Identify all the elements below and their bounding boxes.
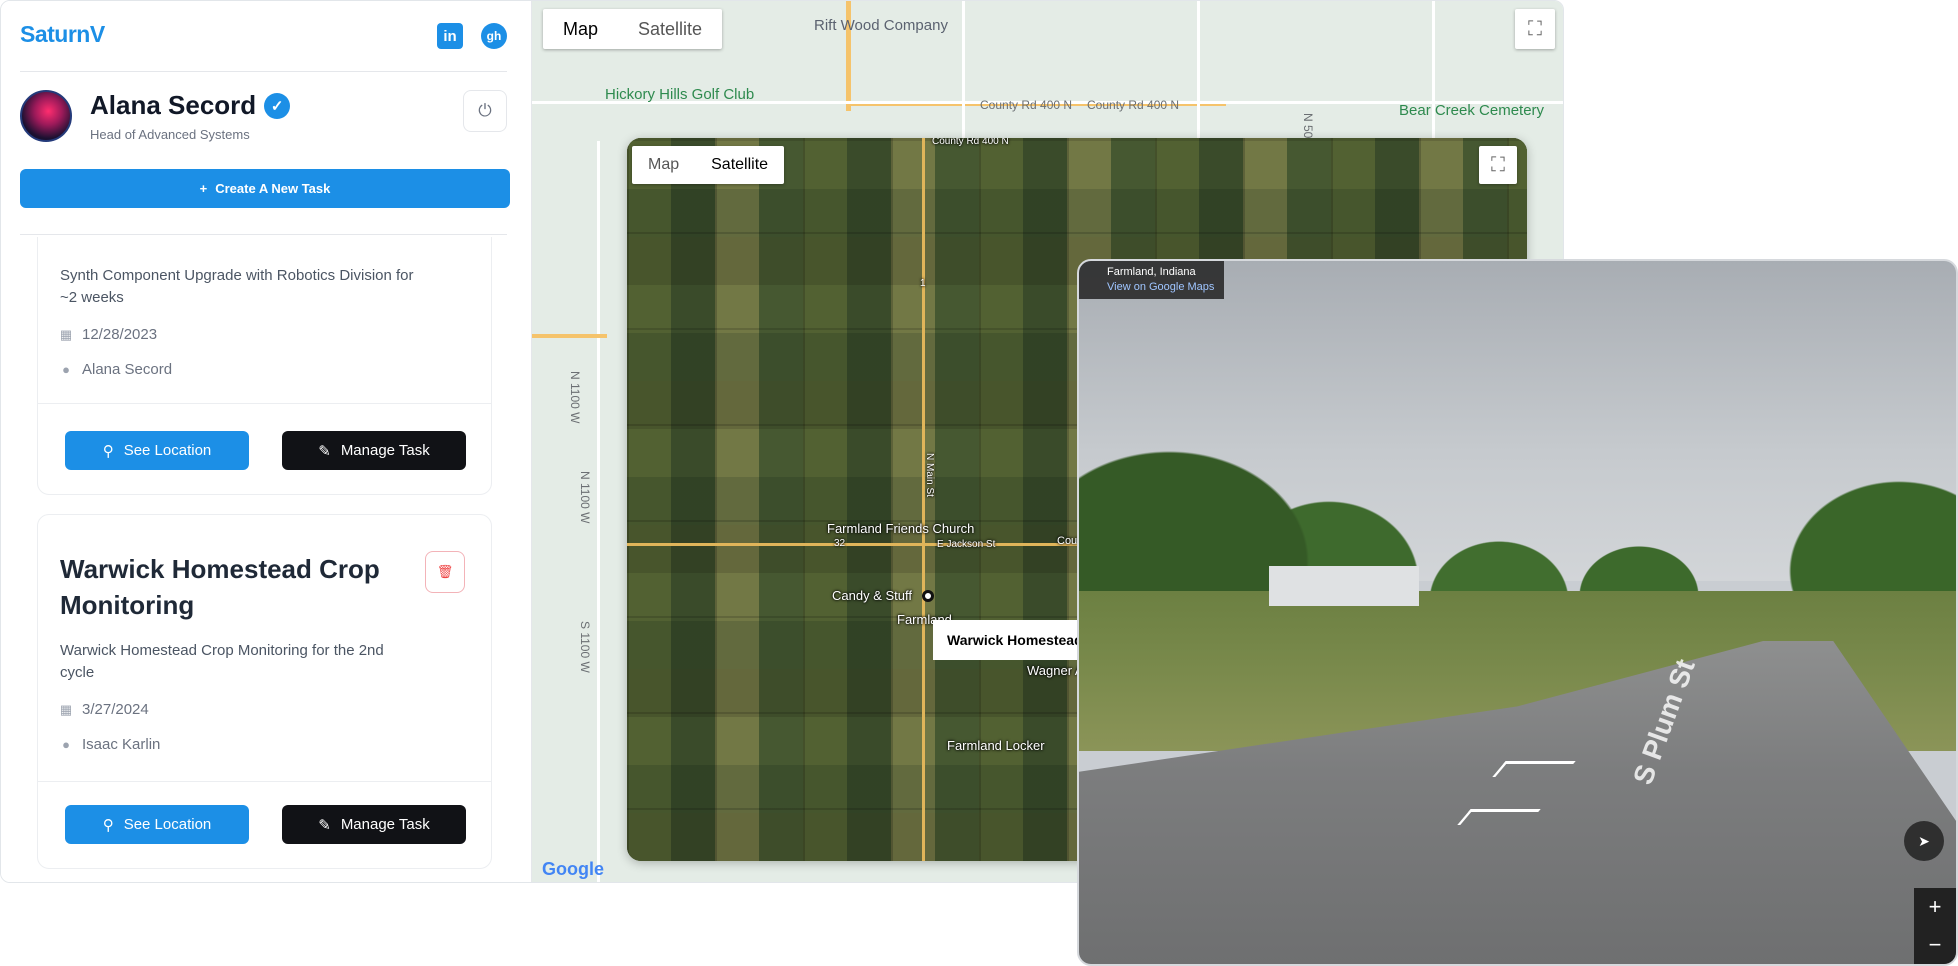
create-task-button[interactable]: + Create A New Task [20,169,510,208]
map-label: Hickory Hills Golf Club [605,86,755,103]
view-on-google-maps-link[interactable]: View on Google Maps [1107,280,1214,295]
delete-task-button[interactable]: 🗑 [425,551,465,593]
map-label: N 1100 W [568,371,582,424]
tab-satellite[interactable]: Satellite [618,9,722,49]
map-label: Candy & Stuff [832,588,912,603]
location-pin-icon[interactable] [922,590,934,602]
header-divider [20,71,507,72]
route-shield: 1 [920,278,926,289]
social-links: in gh [437,23,507,49]
brand-logo[interactable]: SaturnV [20,21,105,48]
trash-icon: 🗑 [436,564,454,579]
map-label: S 1100 W [578,621,592,673]
tab-map[interactable]: Map [543,9,618,49]
task-assignee: ● Alana Secord [60,361,172,378]
nav-arrow-icon[interactable] [1457,809,1541,825]
task-title: Warwick Homestead Crop Monitoring [60,554,380,620]
fullscreen-icon: ⛶ [1528,17,1542,40]
logout-button[interactable]: ⏻ [463,90,507,132]
map-label: E Jackson St [937,539,996,550]
user-name: Alana Secord [90,90,257,120]
google-logo: Google [542,859,604,879]
task-date: ▦ 3/27/2024 [60,701,149,718]
road [962,1,965,141]
map-label: County Rd 400 N [980,98,1073,112]
task-description: Warwick Homestead Crop Monitoring for th… [60,642,384,681]
avatar [20,90,72,142]
street-view-house [1269,566,1419,606]
task-assignee: ● Isaac Karlin [60,736,160,753]
map-type-control: Map Satellite [632,146,785,184]
sidebar: SaturnV in gh Alana Secord ✓ Head of Adv… [1,1,532,882]
nav-arrow-icon[interactable] [1492,761,1576,777]
task-assignee-value: Isaac Karlin [82,736,161,753]
route-shield: 32 [834,538,846,549]
road [597,141,600,882]
fullscreen-button[interactable]: ⛶ [1515,9,1555,49]
plus-icon: + [199,181,208,196]
map-label: County Rd 400 N [1087,98,1180,112]
card-divider [38,781,491,782]
manage-task-label: Manage Task [340,442,430,459]
map-type-control: Map Satellite [543,9,723,49]
pencil-icon: ✎ [318,442,331,460]
user-profile: Alana Secord ✓ Head of Advanced Systems [20,90,291,142]
tab-satellite[interactable]: Satellite [695,146,784,184]
map-label: Farmland Locker [947,738,1045,753]
see-location-label: See Location [123,442,212,459]
create-task-label: Create A New Task [215,181,331,196]
task-card: Warwick Homestead Crop Monitoring 🗑 Warw… [37,514,492,869]
manage-task-label: Manage Task [340,816,430,833]
zoom-out-button[interactable]: − [1914,926,1956,964]
map-label: Bear Creek Cemetery [1399,102,1545,119]
see-location-button[interactable]: ⚲ See Location [65,431,249,470]
see-location-label: See Location [123,816,212,833]
power-icon: ⏻ [478,101,492,120]
task-description: Synth Component Upgrade with Robotics Di… [60,267,414,306]
map-label: N Main St [924,453,935,497]
street-view-location: Farmland, Indiana [1107,266,1196,278]
zoom-in-button[interactable]: + [1914,888,1956,926]
user-icon: ● [62,362,70,377]
map-label: Farmland Friends Church [827,521,975,536]
card-divider [38,403,491,404]
map-label: County Rd 400 N [932,138,1009,147]
pencil-icon: ✎ [318,816,331,834]
road [1432,1,1435,141]
manage-task-button[interactable]: ✎ Manage Task [282,431,466,470]
road [1197,1,1200,141]
info-window: Warwick Homestead [933,620,1093,660]
fullscreen-button[interactable]: ⛶ [1479,146,1517,184]
street-view-address-box: Farmland, Indiana View on Google Maps [1079,261,1225,299]
street-view[interactable]: S Plum St Farmland, Indiana View on Goog… [1077,259,1958,966]
task-card: Synth Component Upgrade with Robotics Di… [37,237,492,495]
map-label: Rift Wood Company [814,17,948,34]
map-pin-icon: ⚲ [102,442,114,460]
manage-task-button[interactable]: ✎ Manage Task [282,805,466,844]
tab-map[interactable]: Map [632,146,695,184]
road [532,334,607,338]
map-label: N 1100 W [578,471,592,524]
linkedin-icon[interactable]: in [437,23,463,49]
verified-badge-icon: ✓ [264,92,291,119]
calendar-icon: ▦ [59,326,73,342]
task-list: Synth Component Upgrade with Robotics Di… [1,237,532,882]
github-icon[interactable]: gh [481,23,507,49]
user-icon: ● [62,737,70,752]
task-assignee-value: Alana Secord [82,361,173,378]
road [922,138,925,861]
map-pin-icon: ⚲ [102,816,114,834]
see-location-button[interactable]: ⚲ See Location [65,805,249,844]
actions-divider [20,234,507,235]
map-label: Wagner A [1027,663,1084,678]
task-date-value: 3/27/2024 [82,701,149,718]
compass-icon[interactable]: ➤ [1904,821,1944,861]
map-label: N 50 [1301,113,1315,139]
task-date: ▦ 12/28/2023 [60,326,157,343]
user-role: Head of Advanced Systems [90,127,250,142]
calendar-icon: ▦ [59,701,73,717]
task-date-value: 12/28/2023 [82,326,158,343]
fullscreen-icon: ⛶ [1491,153,1505,176]
